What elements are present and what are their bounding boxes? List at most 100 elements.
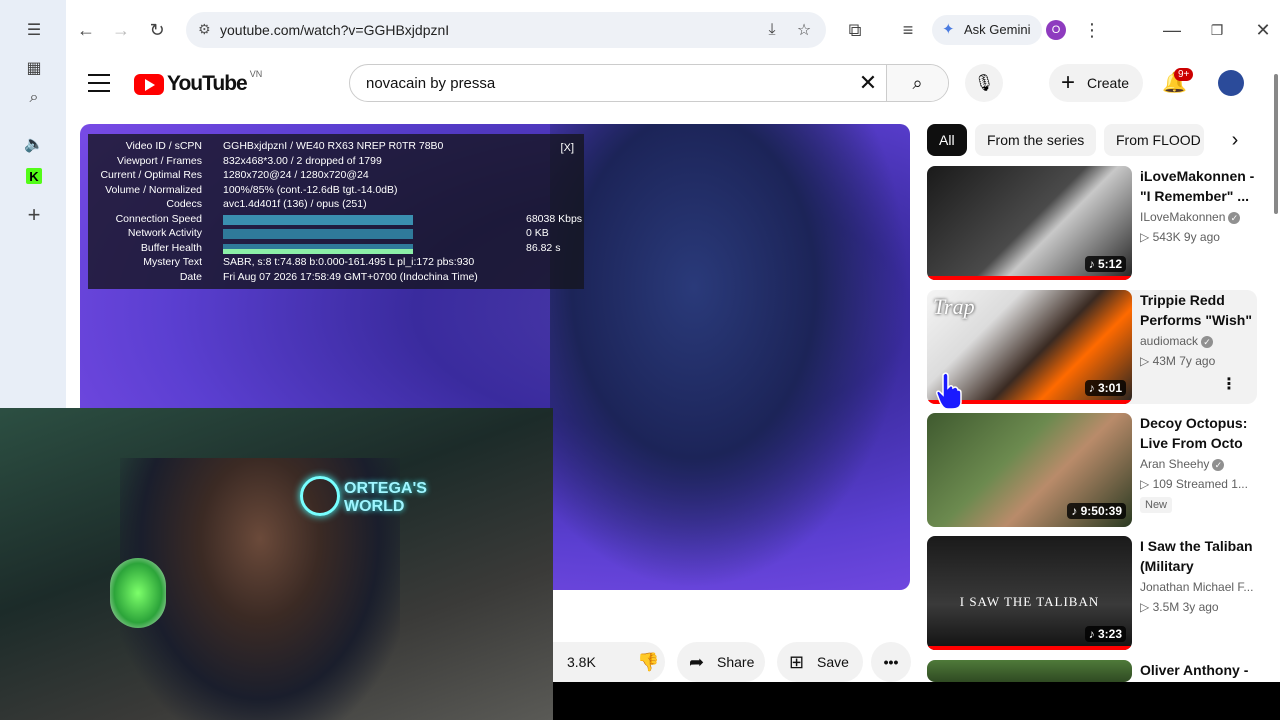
site-info-icon[interactable]: ⚙ bbox=[198, 21, 216, 39]
rec-duration: ♪ 3:01 bbox=[1084, 380, 1126, 396]
restore-icon[interactable]: ❐ bbox=[1205, 18, 1229, 42]
media-control-icon[interactable]: ≡ bbox=[896, 18, 920, 42]
address-bar[interactable]: ⚙ youtube.com/watch?v=GGHBxjdpznI ⤓ ☆ bbox=[186, 12, 826, 48]
rec-item[interactable]: I SAW THE TALIBAN ♪ 3:23 I Saw the Talib… bbox=[927, 536, 1257, 650]
rec-duration: ♪ 9:50:39 bbox=[1067, 503, 1126, 519]
plus-icon: + bbox=[1061, 69, 1076, 96]
rec-item[interactable]: Oliver Anthony - bbox=[927, 660, 1257, 682]
rec-duration: ♪ 3:23 bbox=[1084, 626, 1126, 642]
video-frame-singer bbox=[550, 124, 910, 590]
chip-from-series[interactable]: From the series bbox=[975, 124, 1096, 156]
thumb-text: Trap bbox=[933, 294, 975, 319]
buffer-health-bar bbox=[223, 243, 413, 254]
stats-row-mystery: Mystery Text SABR, s:8 t:74.88 b:0.000-1… bbox=[143, 256, 475, 268]
youtube-header: YouTube VN novacain by pressa ✕ ⌕ 🎙 + Cr… bbox=[66, 60, 1280, 106]
hand-cursor-icon bbox=[936, 372, 962, 410]
rec-title[interactable]: iLoveMakonnen - "I Remember" ... bbox=[1140, 166, 1258, 206]
search-box[interactable]: novacain by pressa ✕ ⌕ bbox=[349, 64, 949, 102]
collapse-icon[interactable]: ☰ bbox=[22, 18, 46, 42]
speaker-icon[interactable]: 🔈 bbox=[22, 132, 46, 156]
install-icon[interactable]: ⤓ bbox=[762, 20, 782, 40]
account-avatar[interactable] bbox=[1218, 70, 1244, 96]
rec-channel[interactable]: audiomack ✓ bbox=[1140, 334, 1260, 348]
kick-icon[interactable]: K bbox=[26, 168, 42, 184]
save-button[interactable]: ⊞ Save bbox=[777, 642, 863, 682]
stats-close-button[interactable]: [X] bbox=[561, 142, 574, 154]
browser-menu-icon[interactable]: ⋮ bbox=[1080, 18, 1104, 42]
chip-all[interactable]: All bbox=[927, 124, 967, 156]
rec-thumbnail[interactable]: ♪ 5:12 bbox=[927, 166, 1132, 280]
stats-row: Volume / Normalized 100%/85% (cont.-12.6d… bbox=[105, 183, 398, 196]
neon-globe-icon bbox=[300, 476, 340, 516]
create-button[interactable]: + Create bbox=[1049, 64, 1144, 102]
rec-title[interactable]: Trippie Redd Performs "Wish" ... bbox=[1140, 290, 1258, 330]
green-microphone bbox=[110, 558, 166, 628]
logo-text: YouTube bbox=[167, 72, 248, 95]
thumbs-down-icon: 👎 bbox=[637, 652, 660, 672]
rec-menu-icon[interactable]: ⋮ bbox=[1221, 374, 1237, 394]
youtube-logo[interactable]: YouTube VN bbox=[134, 69, 263, 96]
stats-row: Current / Optimal Res 1280x720@24 / 1280x… bbox=[100, 169, 369, 181]
bookmark-star-icon[interactable]: ☆ bbox=[794, 20, 814, 40]
search-button[interactable]: ⌕ bbox=[886, 65, 948, 101]
rec-item[interactable]: ♪ 5:12 iLoveMakonnen - "I Remember" ... … bbox=[927, 166, 1257, 280]
rec-meta: ▷ 3.5M 3y ago bbox=[1140, 600, 1219, 614]
rec-channel[interactable]: ILoveMakonnen ✓ bbox=[1140, 210, 1260, 224]
create-label: Create bbox=[1087, 75, 1130, 91]
more-icon: ••• bbox=[883, 654, 899, 670]
ask-gemini-button[interactable]: ✦ Ask Gemini bbox=[932, 15, 1043, 45]
new-badge: New bbox=[1140, 497, 1173, 513]
gemini-sparkle-icon: ✦ bbox=[942, 21, 955, 38]
thumb-text: I SAW THE TALIBAN bbox=[959, 594, 1100, 609]
chevron-right-icon[interactable]: › bbox=[1223, 128, 1247, 152]
stats-row: Video ID / sCPN GGHBxjdpznI / WE40 RX63 N… bbox=[125, 140, 444, 152]
browser-toolbar: ← → ↻ ⚙ youtube.com/watch?v=GGHBxjdpznI … bbox=[66, 0, 1280, 60]
share-label: Share bbox=[717, 654, 755, 670]
save-label: Save bbox=[817, 654, 849, 670]
rec-channel[interactable]: Aran Sheehy ✓ bbox=[1140, 457, 1260, 471]
voice-search-icon[interactable]: 🎙 bbox=[965, 64, 1003, 102]
guide-menu-icon[interactable] bbox=[88, 74, 110, 92]
grid-icon[interactable]: ▦ bbox=[22, 56, 46, 80]
reload-icon[interactable]: ↻ bbox=[145, 18, 169, 42]
forward-icon[interactable]: → bbox=[109, 18, 133, 42]
clear-search-icon[interactable]: ✕ bbox=[856, 71, 880, 95]
share-button[interactable]: ➦ Share bbox=[677, 642, 765, 682]
dislike-button[interactable]: 👎 bbox=[625, 642, 665, 682]
rec-title[interactable]: Decoy Octopus: Live From Octo ... bbox=[1140, 413, 1258, 453]
chip-from-flood[interactable]: From FLOOD bbox=[1104, 124, 1204, 156]
network-activity-bar bbox=[223, 229, 413, 239]
rec-thumbnail[interactable]: I SAW THE TALIBAN ♪ 3:23 bbox=[927, 536, 1132, 650]
minimize-icon[interactable]: — bbox=[1160, 18, 1184, 42]
rec-title[interactable]: I Saw the Taliban (Military Cadenc... bbox=[1140, 536, 1258, 576]
stats-row: Codecs avc1.4d401f (136) / opus (251) bbox=[166, 198, 367, 210]
rec-thumbnail[interactable]: ♪ 9:50:39 bbox=[927, 413, 1132, 527]
screen: ☰ ▦ ⌕ 🔈 K + ← → ↻ ⚙ youtube.com/watch?v=… bbox=[0, 0, 1280, 720]
filter-chips: All From the series From FLOOD › bbox=[927, 124, 1257, 156]
stats-row: Viewport / Frames 832x468*3.00 / 2 droppe… bbox=[117, 154, 382, 167]
rec-channel[interactable]: Jonathan Michael F... bbox=[1140, 580, 1260, 594]
profile-avatar[interactable]: O bbox=[1046, 20, 1066, 40]
webcam-overlay: ORTEGA'S WORLD bbox=[0, 408, 553, 720]
stats-row-network: Network Activity 0 KB bbox=[127, 227, 549, 239]
back-icon[interactable]: ← bbox=[74, 18, 98, 42]
rec-item[interactable]: Trap ♪ 3:01 Trippie Redd Performs "Wish"… bbox=[927, 290, 1257, 404]
rec-thumbnail[interactable] bbox=[927, 660, 1132, 682]
gemini-label: Ask Gemini bbox=[964, 22, 1031, 37]
youtube-play-icon bbox=[134, 73, 164, 95]
rec-title[interactable]: Oliver Anthony - bbox=[1140, 660, 1257, 680]
rec-meta: ▷ 109 Streamed 1... bbox=[1140, 477, 1248, 491]
more-actions-button[interactable]: ••• bbox=[871, 642, 911, 682]
extensions-icon[interactable]: ⧉ bbox=[843, 18, 867, 42]
rec-meta: ▷ 543K 9y ago bbox=[1140, 230, 1220, 244]
search-tab-icon[interactable]: ⌕ bbox=[22, 86, 46, 110]
search-input[interactable]: novacain by pressa bbox=[366, 75, 495, 92]
url-text[interactable]: youtube.com/watch?v=GGHBxjdpznI bbox=[220, 22, 449, 38]
country-code: VN bbox=[249, 69, 263, 79]
page-scrollbar[interactable] bbox=[1272, 60, 1280, 680]
share-icon: ➦ bbox=[689, 652, 705, 672]
rec-item[interactable]: ♪ 9:50:39 Decoy Octopus: Live From Octo … bbox=[927, 413, 1257, 527]
add-icon[interactable]: + bbox=[22, 202, 46, 227]
notification-badge: 9+ bbox=[1174, 68, 1194, 81]
close-window-icon[interactable]: ✕ bbox=[1251, 18, 1275, 42]
